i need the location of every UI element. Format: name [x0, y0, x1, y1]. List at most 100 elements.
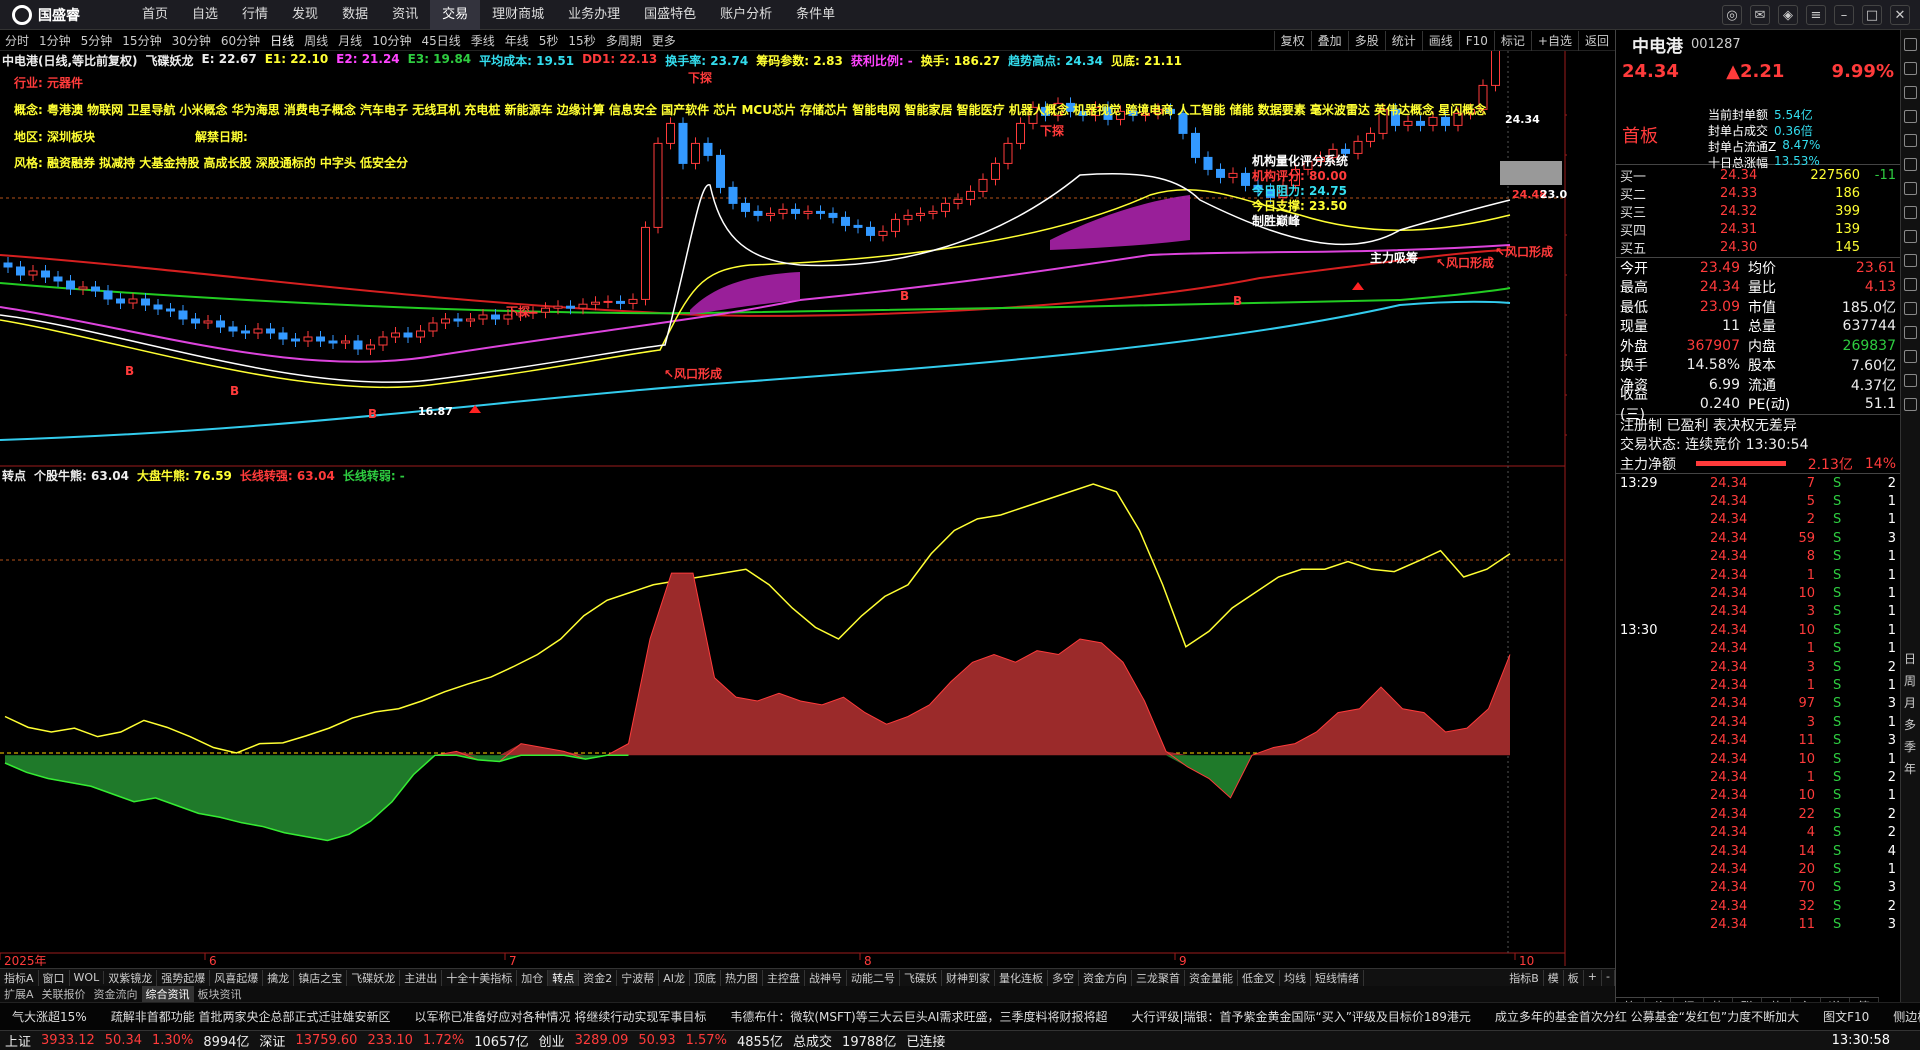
menu-item[interactable]: 业务办理 [556, 0, 632, 30]
indicator-tab-control[interactable]: 指标B [1505, 969, 1544, 986]
indicator-tab[interactable]: 热力图 [721, 969, 763, 986]
settings-icon[interactable]: ≡ [1806, 5, 1826, 25]
indicator-tab[interactable]: 窗口 [39, 969, 70, 986]
period-tab[interactable]: 多周期 [601, 32, 647, 49]
indicator-tab[interactable]: 指标A [0, 969, 39, 986]
indicator-tab[interactable]: 擒龙 [263, 969, 295, 986]
chat-icon[interactable]: ◎ [1722, 5, 1742, 25]
sidebar-period[interactable]: 年 [1904, 760, 1916, 777]
news-item[interactable]: 图文F10 [1811, 1008, 1881, 1025]
news-item[interactable]: 侧边栏 [1881, 1008, 1920, 1025]
tool-button[interactable]: 复权 [1273, 31, 1311, 51]
period-tab[interactable]: 15秒 [563, 32, 600, 49]
sidebar-tool-icon[interactable] [1904, 134, 1917, 147]
menu-item[interactable]: 账户分析 [708, 0, 784, 30]
indicator-tab[interactable]: 动能二号 [847, 969, 900, 986]
indicator-tab[interactable]: 低金叉 [1238, 969, 1280, 986]
indicator-tab[interactable]: 转点 [548, 969, 580, 986]
sidebar-tool-icon[interactable] [1904, 302, 1917, 315]
close-button[interactable]: ✕ [1890, 5, 1910, 25]
period-tab[interactable]: 日线 [265, 32, 299, 49]
tool-button[interactable]: F10 [1458, 31, 1494, 51]
period-tab[interactable]: 15分钟 [117, 32, 166, 49]
minimize-button[interactable]: – [1834, 5, 1854, 25]
indicator-tab[interactable]: WOL [70, 971, 105, 984]
menu-item[interactable]: 发现 [280, 0, 330, 30]
period-tab[interactable]: 更多 [647, 32, 681, 49]
period-tab[interactable]: 30分钟 [167, 32, 216, 49]
tick-list[interactable]: 13:29 24.34 7 S 2 24.34 5 S 1 24.34 2 S 1 24.34 59 S 3 24… [1616, 474, 1900, 934]
tool-button[interactable]: 统计 [1384, 31, 1422, 51]
news-item[interactable]: 大行评级|瑞银：首予紫金黄金国际“买入”评级及目标价189港元 [1119, 1008, 1482, 1025]
menu-item[interactable]: 理财商城 [480, 0, 556, 30]
indicator-tab[interactable]: 财神到家 [942, 969, 995, 986]
sidebar-period[interactable]: 月 [1904, 694, 1916, 711]
indicator-tab[interactable]: 飞碟妖 [900, 969, 942, 986]
menu-item[interactable]: 首页 [130, 0, 180, 30]
indicator-tab[interactable]: 镇店之宝 [294, 969, 348, 986]
sidebar-tool-icon[interactable] [1904, 230, 1917, 243]
indicator-tab[interactable]: 强势起爆 [157, 969, 211, 986]
info-tab[interactable]: 关联报价 [38, 986, 90, 1002]
buy-level[interactable]: 买三 24.32 399 [1616, 202, 1900, 221]
menu-item[interactable]: 行情 [230, 0, 280, 30]
buy-level[interactable]: 买四 24.31 139 [1616, 220, 1900, 239]
mail-icon[interactable]: ✉ [1750, 5, 1770, 25]
menu-item[interactable]: 自选 [180, 0, 230, 30]
indicator-tab[interactable]: 三龙聚首 [1132, 969, 1185, 986]
tool-button[interactable]: 标记 [1493, 31, 1531, 51]
indicator-tab[interactable]: 双紫镜龙 [104, 969, 158, 986]
kline-chart[interactable]: 24.0023.0022.0021.0020.0019.0018.0017.00… [0, 51, 1567, 966]
period-tab[interactable]: 年线 [500, 32, 534, 49]
period-tab[interactable]: 1分钟 [34, 32, 76, 49]
indicator-tab-control[interactable]: 模 [1544, 969, 1564, 986]
indicator-tab[interactable]: 主控盘 [763, 969, 805, 986]
menu-item[interactable]: 交易 [430, 0, 481, 30]
indicator-tab[interactable]: 顶底 [690, 969, 721, 986]
sidebar-tool-icon[interactable] [1904, 158, 1917, 171]
indicator-name[interactable]: 飞碟妖龙 [146, 52, 194, 68]
indicator-tab[interactable]: 多空 [1048, 969, 1079, 986]
indicator-tab[interactable]: 主进出 [400, 969, 443, 986]
sidebar-tool-icon[interactable] [1904, 62, 1917, 75]
info-tab[interactable]: 资金流向 [90, 986, 142, 1002]
tool-button[interactable]: 画线 [1421, 31, 1459, 51]
news-item[interactable]: 韦德布什：微软(MSFT)等三大云巨头AI需求旺盛，三季度料将财报将超 [718, 1008, 1119, 1025]
sidebar-period[interactable]: 多 [1904, 716, 1916, 733]
news-item[interactable]: 气大涨超15% [0, 1008, 99, 1025]
sidebar-tool-icon[interactable] [1904, 326, 1917, 339]
news-item[interactable]: 以军称已准备好应对各种情况 将继续行动实现军事目标 [403, 1008, 719, 1025]
sidebar-tool-icon[interactable] [1904, 350, 1917, 363]
news-ticker[interactable]: 气大涨超15% 疏解非首都功能 首批两家央企总部正式迁驻雄安新区 以军称已准备好应对… [0, 1002, 1920, 1030]
sidebar-tool-icon[interactable] [1904, 182, 1917, 195]
indicator-tab[interactable]: 资金方向 [1079, 969, 1132, 986]
indicator-tab[interactable]: 短线情绪 [1311, 969, 1364, 986]
period-tab[interactable]: 季线 [466, 32, 500, 49]
period-tab[interactable]: 月线 [333, 32, 367, 49]
info-tab[interactable]: 板块资讯 [194, 986, 246, 1002]
sub-indicator-name[interactable]: 转点 [2, 467, 26, 483]
period-tab[interactable]: 分时 [0, 32, 34, 49]
sidebar-period[interactable]: 季 [1904, 738, 1916, 755]
sidebar-tool-icon[interactable] [1904, 254, 1917, 267]
period-tab[interactable]: 45日线 [416, 32, 465, 49]
sidebar-period[interactable]: 日 [1904, 650, 1916, 667]
indicator-tab[interactable]: 资金量能 [1185, 969, 1238, 986]
period-tab[interactable]: 60分钟 [216, 32, 265, 49]
tool-button[interactable]: 多股 [1347, 31, 1385, 51]
indicator-tab[interactable]: 宁波帮 [617, 969, 660, 986]
period-tab[interactable]: 10分钟 [367, 32, 416, 49]
indicator-tab-control[interactable]: - [1602, 969, 1615, 986]
maximize-button[interactable]: □ [1862, 5, 1882, 25]
sidebar-tool-icon[interactable] [1904, 86, 1917, 99]
sidebar-tool-icon[interactable] [1904, 374, 1917, 387]
indicator-tab[interactable]: 均线 [1280, 969, 1311, 986]
buy-level[interactable]: 买二 24.33 186 [1616, 184, 1900, 203]
menu-item[interactable]: 条件单 [784, 0, 847, 30]
menu-item[interactable]: 资讯 [380, 0, 430, 30]
indicator-tab[interactable]: AI龙 [659, 969, 690, 986]
info-tab[interactable]: 扩展A [0, 986, 38, 1002]
tool-button[interactable]: +自选 [1530, 31, 1578, 51]
news-item[interactable]: 疏解非首都功能 首批两家央企总部正式迁驻雄安新区 [99, 1008, 403, 1025]
sidebar-tool-icon[interactable] [1904, 206, 1917, 219]
